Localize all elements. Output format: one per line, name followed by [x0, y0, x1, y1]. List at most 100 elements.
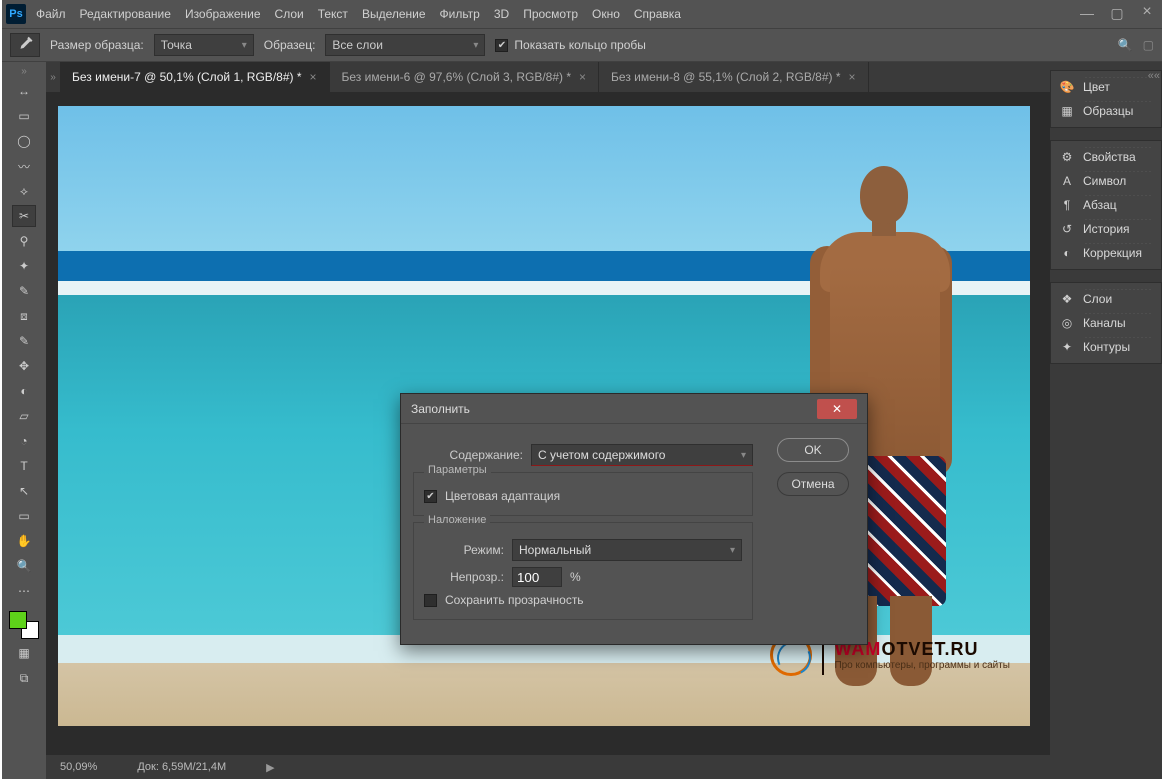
- mode-label: Режим:: [424, 543, 504, 557]
- tool-dodge[interactable]: ▱: [12, 405, 36, 427]
- watermark-text-b: OTVET.RU: [881, 639, 978, 659]
- tab-close-icon[interactable]: ×: [310, 70, 317, 84]
- sample-size-select[interactable]: Точка: [154, 34, 254, 56]
- menu-help[interactable]: Справка: [634, 7, 681, 21]
- tab-doc-2[interactable]: Без имени-6 @ 97,6% (Слой 3, RGB/8#) *×: [330, 62, 600, 92]
- toolbar: » ↔ ▭ ◯ 〰 ⟡ ✂ ⚲ ✦ ✎ ⧈ ✎ ✥ ◐ ▱ ◔ T ↖ ▭ ✋ …: [2, 62, 46, 779]
- panel-swatches[interactable]: ▦Образцы: [1051, 99, 1161, 123]
- status-menu-icon[interactable]: ▶: [266, 761, 274, 774]
- menu-bar: Файл Редактирование Изображение Слои Тек…: [36, 7, 681, 21]
- preserve-trans-checkbox[interactable]: ✔: [424, 594, 437, 607]
- dialog-close-button[interactable]: ✕: [817, 399, 857, 419]
- search-icon[interactable]: 🔍: [1118, 38, 1133, 52]
- tool-path-select[interactable]: ↖: [12, 480, 36, 502]
- panel-properties[interactable]: ⚙Свойства: [1051, 145, 1161, 169]
- canvas-viewport[interactable]: WAMOTVET.RU Про компьютеры, программы и …: [46, 92, 1050, 755]
- tool-blur[interactable]: ◐: [12, 380, 36, 402]
- tool-brush[interactable]: ✦: [12, 255, 36, 277]
- maximize-icon[interactable]: ▢: [1106, 5, 1128, 23]
- show-ring-checkbox[interactable]: ✔: [495, 39, 508, 52]
- opacity-input[interactable]: [512, 567, 562, 587]
- blend-title: Наложение: [424, 514, 490, 526]
- tool-more[interactable]: ⋯: [12, 580, 36, 602]
- sample-value: Все слои: [332, 38, 383, 52]
- panel-color[interactable]: 🎨Цвет: [1051, 75, 1161, 99]
- ok-button[interactable]: OK: [777, 438, 849, 462]
- menu-text[interactable]: Текст: [318, 7, 348, 21]
- menu-view[interactable]: Просмотр: [523, 7, 578, 21]
- panel-layers[interactable]: ❖Слои: [1051, 287, 1161, 311]
- right-panels: 🎨Цвет ▦Образцы ⚙Свойства AСимвол ¶Абзац …: [1050, 62, 1162, 779]
- sample-select[interactable]: Все слои: [325, 34, 485, 56]
- tool-zoom[interactable]: 🔍: [12, 555, 36, 577]
- frame-icon[interactable]: ▢: [1143, 38, 1154, 52]
- channels-icon: ◎: [1059, 315, 1075, 331]
- tool-eyedropper[interactable]: ✂: [12, 205, 36, 227]
- tab-doc-3[interactable]: Без имени-8 @ 55,1% (Слой 2, RGB/8#) * ×: [599, 62, 869, 92]
- tool-pen[interactable]: ◔: [12, 430, 36, 452]
- title-bar: Ps Файл Редактирование Изображение Слои …: [2, 0, 1162, 28]
- foreground-color-swatch[interactable]: [9, 611, 27, 629]
- document-area: » Без имени-7 @ 50,1% (Слой 1, RGB/8#) *…: [46, 62, 1050, 779]
- content-select[interactable]: С учетом содержимого: [531, 444, 753, 466]
- status-zoom[interactable]: 50,09%: [60, 761, 97, 773]
- panel-adjust[interactable]: ◐Коррекция: [1051, 241, 1161, 265]
- menu-file[interactable]: Файл: [36, 7, 66, 21]
- tab-doc-1[interactable]: Без имени-7 @ 50,1% (Слой 1, RGB/8#) * ×: [60, 62, 330, 92]
- preserve-trans-label: Сохранить прозрачность: [445, 593, 584, 607]
- menu-edit[interactable]: Редактирование: [80, 7, 171, 21]
- dialog-titlebar[interactable]: Заполнить ✕: [401, 394, 867, 424]
- color-swatches[interactable]: [9, 611, 39, 639]
- tool-hand[interactable]: ✋: [12, 530, 36, 552]
- tool-clone[interactable]: ✎: [12, 280, 36, 302]
- tool-history-brush[interactable]: ⧈: [12, 305, 36, 327]
- dialog-title: Заполнить: [411, 402, 470, 416]
- panel-character[interactable]: A Символ: [1051, 169, 1161, 193]
- sample-label: Образец:: [264, 38, 316, 52]
- tool-gradient[interactable]: ✥: [12, 355, 36, 377]
- tab-close-icon[interactable]: ×: [849, 70, 856, 84]
- panel-label: Коррекция: [1083, 246, 1142, 260]
- tool-heal[interactable]: ⚲: [12, 230, 36, 252]
- panel-label: Цвет: [1083, 80, 1110, 94]
- tool-eraser[interactable]: ✎: [12, 330, 36, 352]
- params-group: Параметры ✔ Цветовая адаптация: [413, 472, 753, 516]
- menu-image[interactable]: Изображение: [185, 7, 261, 21]
- close-icon[interactable]: ×: [1136, 3, 1158, 21]
- tab-close-icon[interactable]: ×: [579, 70, 586, 84]
- paths-icon: ✦: [1059, 339, 1075, 355]
- status-doc-label: Док:: [137, 761, 159, 773]
- menu-select[interactable]: Выделение: [362, 7, 426, 21]
- tool-type[interactable]: T: [12, 455, 36, 477]
- menu-3d[interactable]: 3D: [494, 7, 509, 21]
- options-bar: Размер образца: Точка Образец: Все слои …: [2, 28, 1162, 62]
- color-adapt-checkbox[interactable]: ✔: [424, 490, 437, 503]
- panel-paragraph[interactable]: ¶Абзац: [1051, 193, 1161, 217]
- tool-shape[interactable]: ▭: [12, 505, 36, 527]
- minimize-icon[interactable]: —: [1076, 5, 1098, 23]
- cancel-button[interactable]: Отмена: [777, 472, 849, 496]
- tool-lasso[interactable]: ◯: [12, 130, 36, 152]
- panel-label: Символ: [1083, 174, 1126, 188]
- tab-label: Без имени-8 @ 55,1% (Слой 2, RGB/8#) *: [611, 70, 841, 84]
- status-bar: 50,09% Док: 6,59M/21,4M ▶: [46, 755, 1050, 779]
- fill-dialog: Заполнить ✕ Содержание: С учетом содержи…: [400, 393, 868, 645]
- menu-layer[interactable]: Слои: [275, 7, 304, 21]
- panel-history[interactable]: ↺История: [1051, 217, 1161, 241]
- tool-quick-select[interactable]: 〰: [12, 155, 36, 177]
- tool-crop[interactable]: ⟡: [12, 180, 36, 202]
- panel-channels[interactable]: ◎Каналы: [1051, 311, 1161, 335]
- panel-paths[interactable]: ✦Контуры: [1051, 335, 1161, 359]
- tool-quickmask[interactable]: ▦: [12, 642, 36, 664]
- tool-screenmode[interactable]: ⧉: [12, 667, 36, 689]
- character-icon: A: [1059, 173, 1075, 189]
- menu-window[interactable]: Окно: [592, 7, 620, 21]
- mode-select[interactable]: Нормальный: [512, 539, 742, 561]
- tool-preset-icon[interactable]: [10, 33, 40, 57]
- menu-filter[interactable]: Фильтр: [440, 7, 480, 21]
- tabs-scroll-icon[interactable]: »: [46, 62, 60, 92]
- tool-marquee[interactable]: ▭: [12, 105, 36, 127]
- eyedropper-icon: [16, 36, 34, 54]
- tab-label: Без имени-7 @ 50,1% (Слой 1, RGB/8#) *: [72, 70, 302, 84]
- tool-move[interactable]: ↔: [12, 80, 36, 102]
